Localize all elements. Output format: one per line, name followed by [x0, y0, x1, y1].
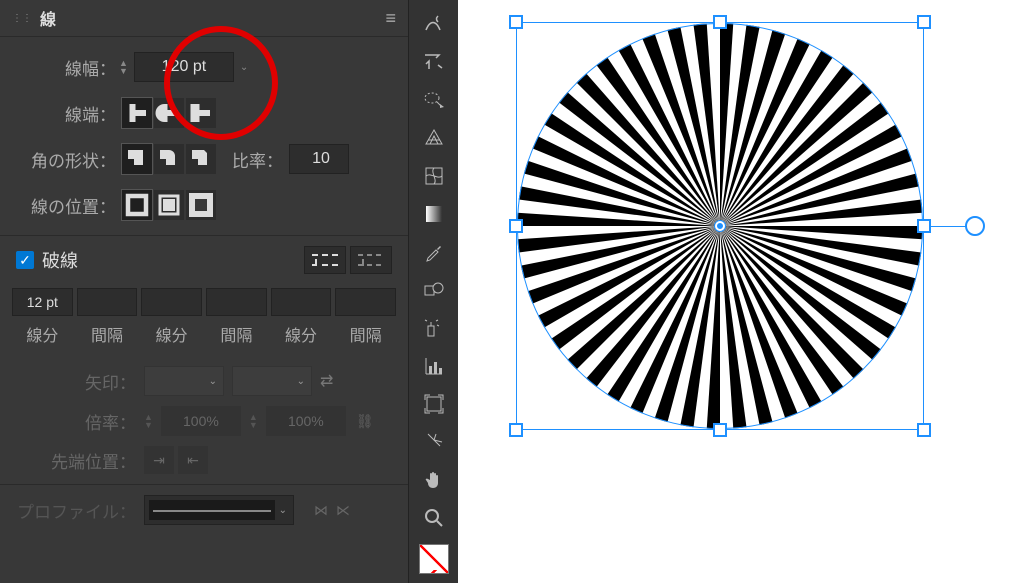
dash-value-3[interactable] — [271, 288, 332, 316]
align-row: 線の位置： — [16, 189, 392, 221]
handle-top-right[interactable] — [917, 15, 931, 29]
ratio-input[interactable]: 10 — [289, 144, 349, 174]
dash-label: 破線 — [42, 247, 78, 273]
panel-header: ⋮⋮ 線 ≡ — [0, 0, 408, 37]
profile-preview — [149, 500, 275, 520]
handle-top-mid[interactable] — [713, 15, 727, 29]
arrow-row: 矢印： ⌄ ⌄ ⇄ — [16, 366, 392, 396]
align-center-button[interactable] — [122, 190, 152, 220]
panel-title: 線 — [40, 6, 56, 30]
stroke-weight-input[interactable]: 120 pt — [134, 52, 234, 82]
cap-projecting-button[interactable] — [186, 98, 216, 128]
panel-drag-icon[interactable]: ⋮⋮ — [12, 13, 32, 24]
selection-bounding-box[interactable] — [516, 22, 924, 430]
rotate-handle[interactable] — [967, 218, 983, 234]
profile-label: プロファイル： — [16, 498, 136, 523]
scale-row: 倍率： ▲▼ 100% ▲▼ 100% ⛓ — [16, 406, 392, 436]
mesh-icon[interactable] — [414, 158, 454, 194]
align-outside-button[interactable] — [186, 190, 216, 220]
dash-sublabel-3: 線分 — [141, 322, 202, 346]
dash-value-1[interactable]: 12 pt — [12, 288, 73, 316]
dash-preserve-exact-button[interactable] — [304, 246, 346, 274]
stroke-weight-label: 線幅： — [16, 55, 116, 80]
weight-spinner[interactable]: ▲▼ — [119, 59, 128, 75]
chevron-down-icon: ⌄ — [209, 376, 223, 387]
lasso-icon[interactable] — [414, 44, 454, 80]
stroke-panel: ⋮⋮ 線 ≡ 線幅： ▲▼ 120 pt ⌄ 線端： 角の形状： — [0, 0, 408, 583]
chevron-down-icon: ⌄ — [297, 376, 311, 387]
profile-row: プロファイル： ⌄ ⋈ ⋉ — [16, 495, 392, 525]
arrow-label: 矢印： — [16, 369, 136, 394]
corner-bevel-button[interactable] — [186, 144, 216, 174]
zoom-icon[interactable] — [414, 500, 454, 536]
stroke-weight-row: 線幅： ▲▼ 120 pt ⌄ — [16, 51, 392, 83]
artboard-icon[interactable] — [414, 386, 454, 422]
flip-vertical-icon[interactable]: ⋉ — [336, 502, 350, 519]
center-point[interactable] — [715, 221, 725, 231]
handle-bottom-left[interactable] — [509, 423, 523, 437]
dash-value-2[interactable] — [141, 288, 202, 316]
perspective-icon[interactable] — [414, 120, 454, 156]
handle-bottom-right[interactable] — [917, 423, 931, 437]
align-inside-button[interactable] — [154, 190, 184, 220]
cap-label: 線端： — [16, 101, 116, 126]
corner-miter-button[interactable] — [122, 144, 152, 174]
slice-icon[interactable] — [414, 424, 454, 460]
rotate-stem — [931, 226, 967, 227]
arrow-end-dropdown[interactable]: ⌄ — [232, 366, 312, 396]
gap-value-3[interactable] — [335, 288, 396, 316]
gap-value-2[interactable] — [206, 288, 267, 316]
dash-grid: 12 pt — [12, 288, 396, 316]
flip-horizontal-icon[interactable]: ⋈ — [314, 502, 328, 519]
dash-sublabel-5: 線分 — [271, 322, 332, 346]
chevron-down-icon: ⌄ — [279, 505, 293, 516]
align-label: 線の位置： — [16, 193, 116, 218]
swap-arrows-icon[interactable]: ⇄ — [320, 371, 333, 391]
hand-icon[interactable] — [414, 462, 454, 498]
tip-extend-button[interactable]: ⇥ — [144, 446, 174, 474]
handle-mid-right[interactable] — [917, 219, 931, 233]
curvature-tool-icon[interactable] — [414, 6, 454, 42]
cap-round-button[interactable] — [154, 98, 184, 128]
weight-dropdown-icon[interactable]: ⌄ — [240, 62, 248, 73]
eyedropper-icon[interactable] — [414, 234, 454, 270]
arrow-start-dropdown[interactable]: ⌄ — [144, 366, 224, 396]
link-scale-icon[interactable]: ⛓ — [356, 413, 374, 430]
canvas-area[interactable] — [458, 0, 1024, 583]
corner-row: 角の形状： 比率： 10 — [16, 143, 392, 175]
scale-label: 倍率： — [16, 409, 136, 434]
scale-spinner-2[interactable]: ▲▼ — [249, 413, 258, 429]
graph-icon[interactable] — [414, 348, 454, 384]
handle-top-left[interactable] — [509, 15, 523, 29]
dash-sublabel-4: 間隔 — [206, 322, 267, 346]
cap-row: 線端： — [16, 97, 392, 129]
symbol-sprayer-icon[interactable] — [414, 310, 454, 346]
gradient-icon[interactable] — [414, 196, 454, 232]
handle-bottom-mid[interactable] — [713, 423, 727, 437]
dash-row: ✓ 破線 — [16, 246, 392, 274]
dash-sublabel-1: 線分 — [12, 322, 73, 346]
tools-toolbar — [408, 0, 458, 583]
ratio-label: 比率： — [232, 147, 283, 172]
magic-wand-icon[interactable] — [414, 82, 454, 118]
dash-sublabel-2: 間隔 — [77, 322, 138, 346]
blend-icon[interactable] — [414, 272, 454, 308]
gap-value-1[interactable] — [77, 288, 138, 316]
tip-row: 先端位置： ⇥ ⇤ — [16, 446, 392, 474]
tip-inside-button[interactable]: ⇤ — [178, 446, 208, 474]
tip-label: 先端位置： — [16, 448, 136, 473]
profile-dropdown[interactable]: ⌄ — [144, 495, 294, 525]
handle-mid-left[interactable] — [509, 219, 523, 233]
dash-sublabel-6: 間隔 — [335, 322, 396, 346]
scale-input-2[interactable]: 100% — [266, 406, 346, 436]
panel-menu-icon[interactable]: ≡ — [385, 8, 396, 29]
corner-label: 角の形状： — [16, 147, 116, 172]
dash-align-corners-button[interactable] — [350, 246, 392, 274]
scale-input-1[interactable]: 100% — [161, 406, 241, 436]
cap-butt-button[interactable] — [122, 98, 152, 128]
scale-spinner-1[interactable]: ▲▼ — [144, 413, 153, 429]
fill-stroke-swatch[interactable] — [419, 544, 449, 574]
dash-checkbox[interactable]: ✓ — [16, 251, 34, 269]
corner-round-button[interactable] — [154, 144, 184, 174]
